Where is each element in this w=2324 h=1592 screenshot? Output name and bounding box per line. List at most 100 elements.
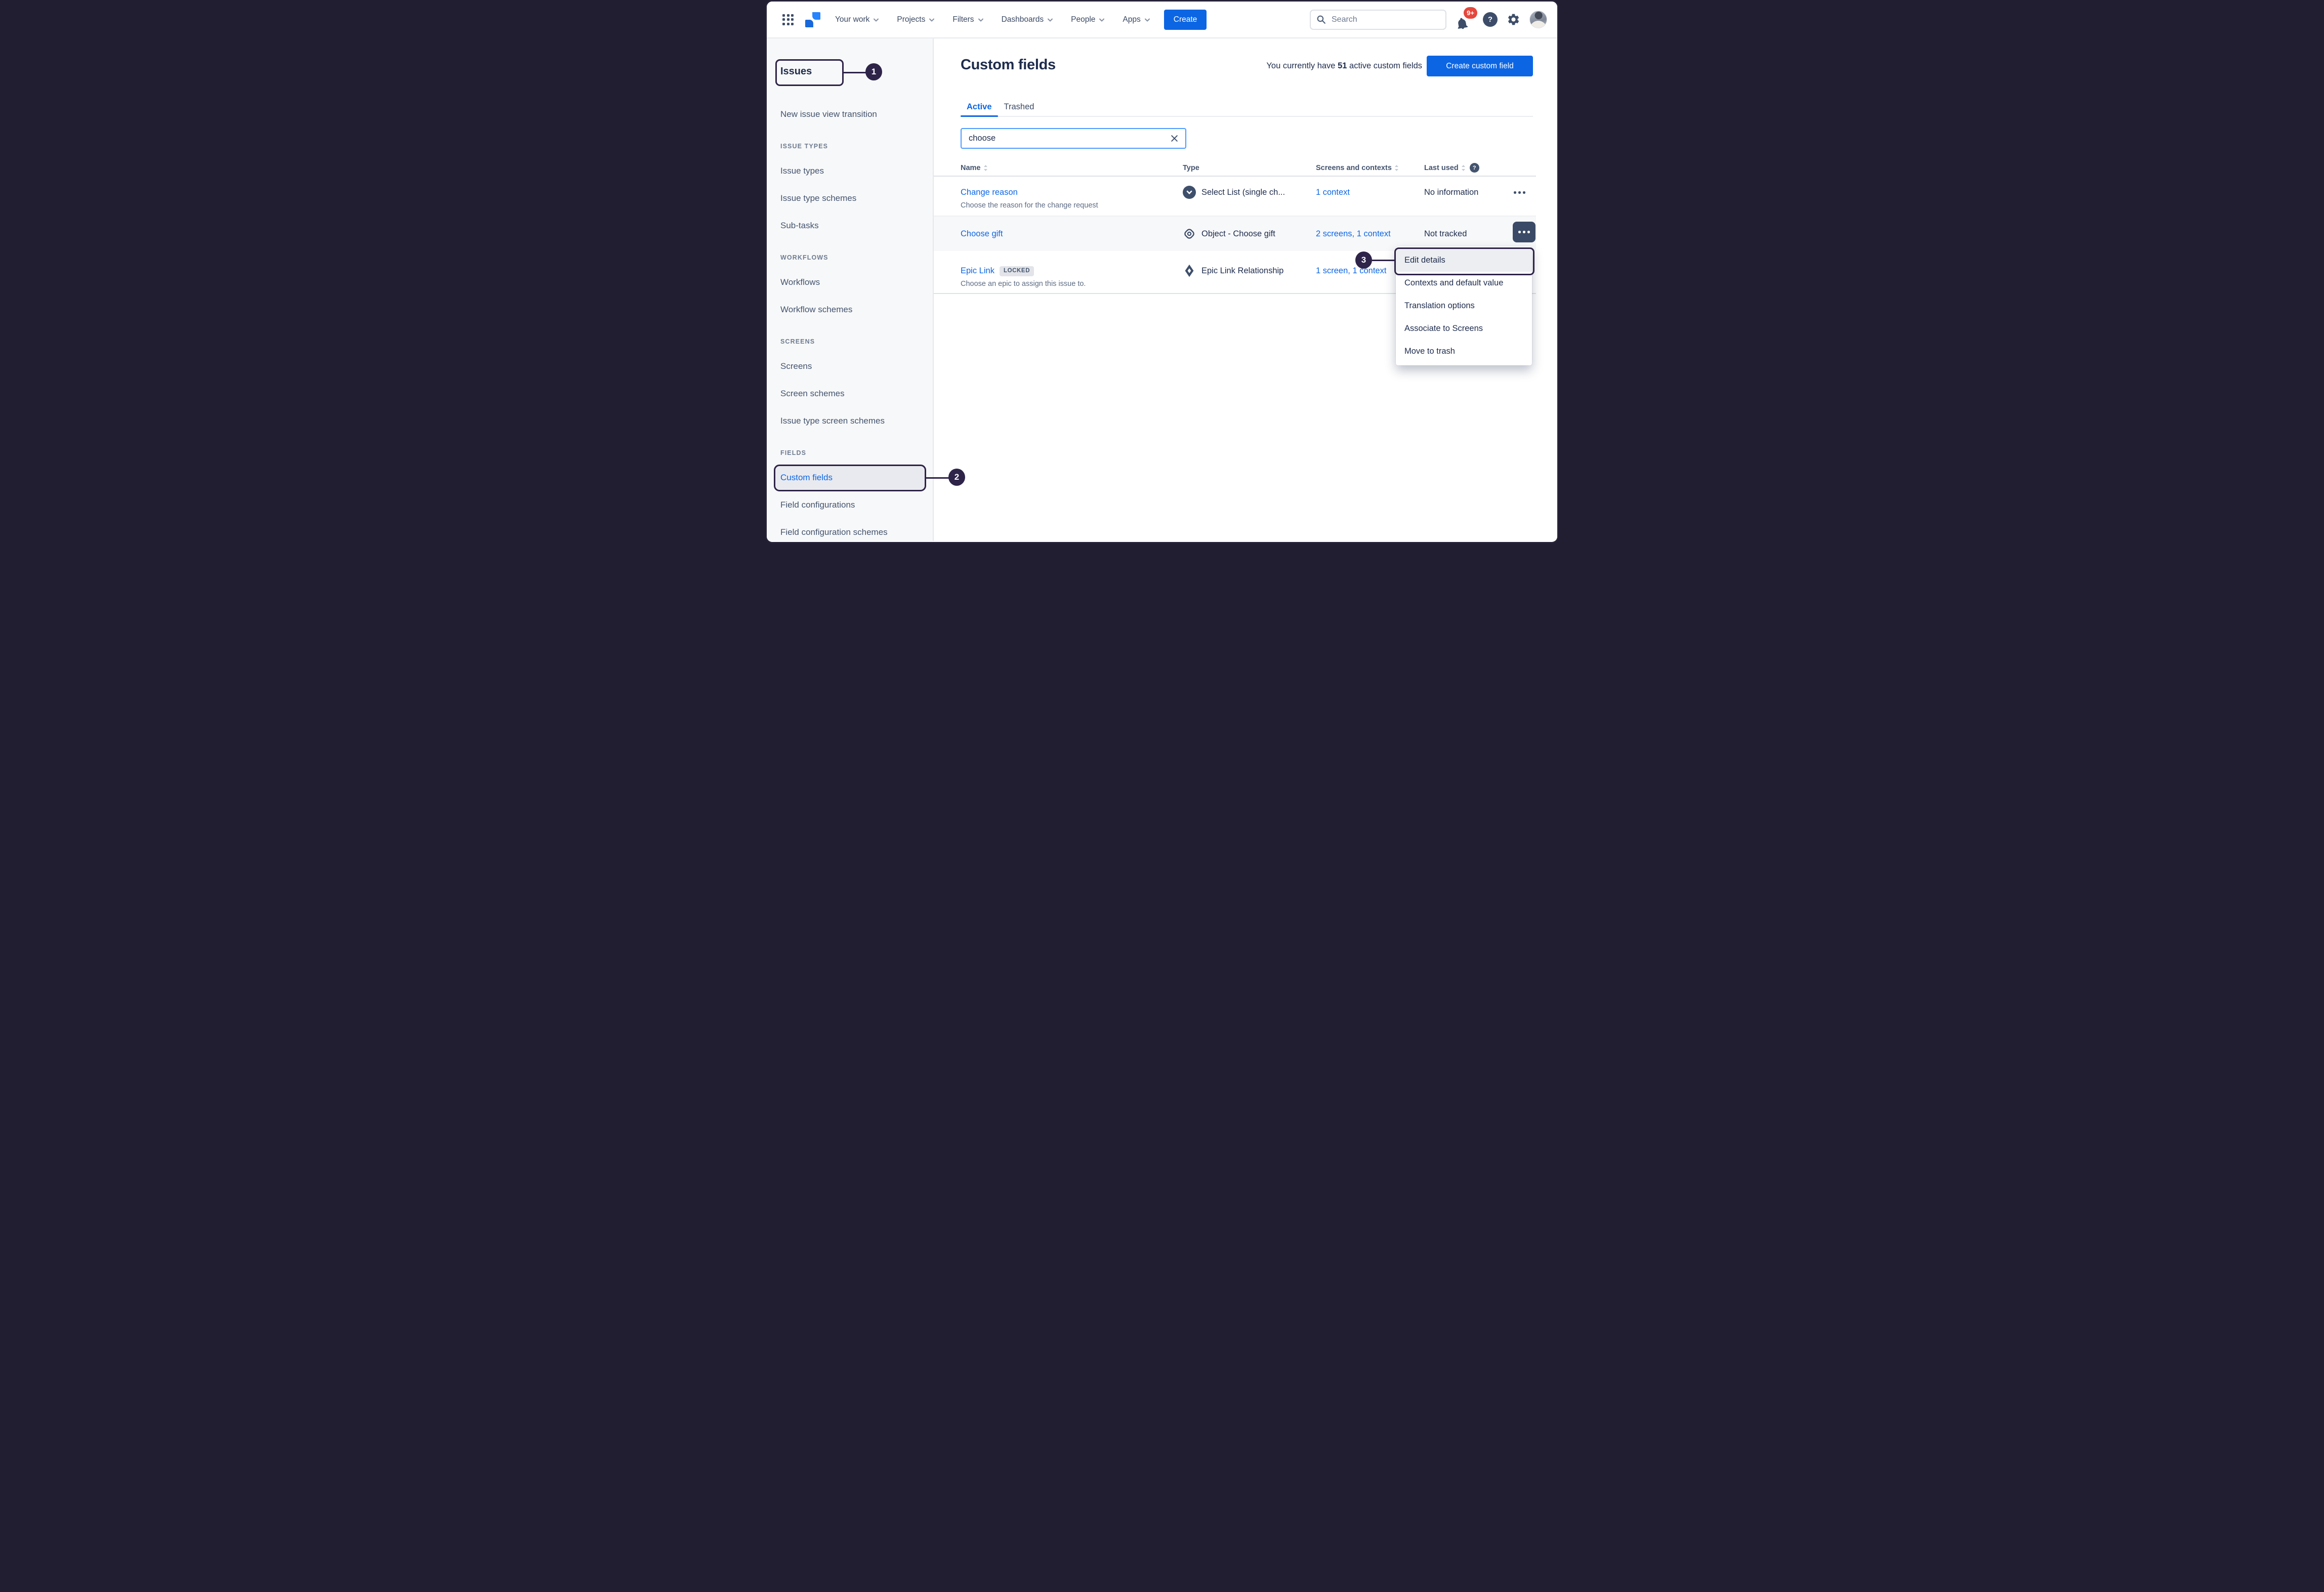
sidebar-item-sub-tasks[interactable]: Sub-tasks [767, 212, 933, 239]
clear-filter-icon[interactable] [1170, 134, 1185, 143]
nav-item-label: Dashboards [1002, 15, 1044, 24]
settings-sidebar: Issues New issue view transitionISSUE TY… [767, 38, 934, 541]
sort-icon[interactable] [983, 164, 988, 172]
sidebar-item-screen-schemes[interactable]: Screen schemes [767, 380, 933, 407]
global-search[interactable] [1310, 10, 1446, 30]
nav-item-label: People [1071, 15, 1095, 24]
column-label: Type [1183, 164, 1199, 172]
sidebar-section-issue-types: ISSUE TYPES [767, 135, 933, 157]
summary-suffix: active custom fields [1347, 61, 1422, 70]
screens-contexts-link[interactable]: 1 context [1316, 188, 1350, 197]
field-type: Epic Link Relationship [1201, 264, 1283, 277]
column-label: Last used [1424, 164, 1459, 172]
chevron-down-icon [1099, 18, 1105, 22]
sidebar-item-label: Screens [780, 361, 812, 371]
nav-apps[interactable]: Apps [1123, 15, 1150, 24]
menu-item-move-to-trash[interactable]: Move to trash [1396, 340, 1532, 363]
sidebar-item-label: Issue type schemes [780, 193, 856, 203]
field-name-link[interactable]: Epic Link [961, 266, 994, 275]
chevron-down-icon [873, 18, 879, 22]
avatar[interactable] [1529, 11, 1547, 28]
sort-icon[interactable] [1394, 164, 1399, 172]
menu-item-contexts-and-default-value[interactable]: Contexts and default value [1396, 272, 1532, 295]
menu-item-associate-to-screens[interactable]: Associate to Screens [1396, 317, 1532, 340]
sidebar-item-issue-type-screen-schemes[interactable]: Issue type screen schemes [767, 407, 933, 435]
nav-projects[interactable]: Projects [897, 15, 935, 24]
help-icon[interactable]: ? [1483, 12, 1498, 27]
field-type: Select List (single ch... [1201, 186, 1285, 199]
nav-item-label: Your work [835, 15, 869, 24]
create-button[interactable]: Create [1164, 10, 1207, 30]
column-label: Name [961, 164, 981, 172]
sidebar-item-issue-types[interactable]: Issue types [767, 157, 933, 185]
settings-gear-icon[interactable] [1507, 13, 1520, 26]
app-switcher-icon[interactable] [782, 14, 794, 25]
tab-active[interactable]: Active [961, 98, 998, 116]
column-label: Screens and contexts [1316, 164, 1392, 172]
sidebar-item-label: New issue view transition [780, 109, 877, 119]
chevron-down-icon [1047, 18, 1053, 22]
app-window: Your work Projects Filters Dashboards People… [765, 0, 1559, 543]
search-input[interactable] [1331, 15, 1440, 25]
last-used-value: Not tracked [1424, 229, 1467, 238]
sidebar-item-new-issue-view-transition[interactable]: New issue view transition [767, 101, 933, 128]
table-row: Choose gift Object - Choose gift 2 screens… [934, 217, 1536, 251]
sidebar-item-label: Screen schemes [780, 389, 845, 399]
page-title: Custom fields [961, 57, 1056, 73]
more-actions-button[interactable] [1513, 222, 1536, 242]
field-description: Choose the reason for the change request [961, 201, 1183, 210]
nav-your-work[interactable]: Your work [835, 15, 879, 24]
sidebar-item-workflows[interactable]: Workflows [767, 269, 933, 296]
sidebar-item-label: Workflows [780, 277, 820, 287]
page-body: Issues New issue view transitionISSUE TY… [767, 38, 1557, 541]
column-header-screens-and-contexts: Screens and contexts [1316, 164, 1424, 172]
notifications-button[interactable]: 9+ [1456, 9, 1474, 31]
search-icon [1316, 15, 1326, 24]
table-row: Change reason Choose the reason for the c… [934, 177, 1536, 217]
sidebar-item-label: Issue type screen schemes [780, 416, 885, 426]
last-used-value: No information [1424, 188, 1478, 197]
jira-logo-icon[interactable] [805, 12, 820, 28]
tab-trashed[interactable]: Trashed [998, 98, 1041, 116]
nav-item-label: Projects [897, 15, 925, 24]
chevron-down-icon [929, 18, 935, 22]
sidebar-section-workflows: WORKFLOWS [767, 246, 933, 269]
top-navigation: Your work Projects Filters Dashboards People… [767, 2, 1557, 38]
tabs: ActiveTrashed [961, 98, 1533, 117]
sidebar-item-label: Field configurations [780, 500, 855, 510]
screens-contexts-link[interactable]: 1 screen, 1 context [1316, 266, 1386, 275]
table-header-row: Name Type Screens and contexts Last used? [934, 160, 1536, 177]
nav-filters[interactable]: Filters [952, 15, 983, 24]
sidebar-item-field-configurations[interactable]: Field configurations [767, 491, 933, 519]
nav-dashboards[interactable]: Dashboards [1002, 15, 1054, 24]
help-icon[interactable]: ? [1470, 163, 1479, 173]
sidebar-item-field-configuration-schemes[interactable]: Field configuration schemes [767, 519, 933, 541]
nav-item-label: Filters [952, 15, 974, 24]
sidebar-item-label: Field configuration schemes [780, 527, 888, 537]
menu-item-translation-options[interactable]: Translation options [1396, 295, 1532, 317]
object-icon [1183, 227, 1196, 240]
column-header-name: Name [961, 164, 1183, 172]
nav-people[interactable]: People [1071, 15, 1105, 24]
sort-icon[interactable] [1461, 164, 1466, 172]
locked-badge: LOCKED [1000, 266, 1034, 276]
nav-item-label: Apps [1123, 15, 1140, 24]
filter-input[interactable] [962, 134, 1170, 143]
sidebar-item-screens[interactable]: Screens [767, 353, 933, 380]
field-type: Object - Choose gift [1201, 227, 1275, 240]
field-name-link[interactable]: Choose gift [961, 229, 1003, 238]
sidebar-item-workflow-schemes[interactable]: Workflow schemes [767, 296, 933, 323]
column-header-type: Type [1183, 164, 1316, 172]
sidebar-item-issue-type-schemes[interactable]: Issue type schemes [767, 185, 933, 212]
more-actions-icon[interactable] [1513, 190, 1526, 195]
chevron-down-icon [978, 18, 984, 22]
summary-count: 51 [1338, 61, 1347, 70]
screens-contexts-link[interactable]: 2 screens, 1 context [1316, 229, 1391, 238]
sidebar-item-custom-fields[interactable]: Custom fields [767, 464, 933, 491]
active-fields-summary: You currently have 51 active custom fiel… [1266, 61, 1422, 71]
create-custom-field-button[interactable]: Create custom field [1427, 56, 1533, 76]
menu-item-edit-details[interactable]: Edit details [1396, 249, 1532, 272]
column-header-last-used: Last used? [1424, 163, 1513, 173]
main-content: Custom fields You currently have 51 acti… [934, 38, 1557, 541]
field-name-link[interactable]: Change reason [961, 188, 1018, 197]
